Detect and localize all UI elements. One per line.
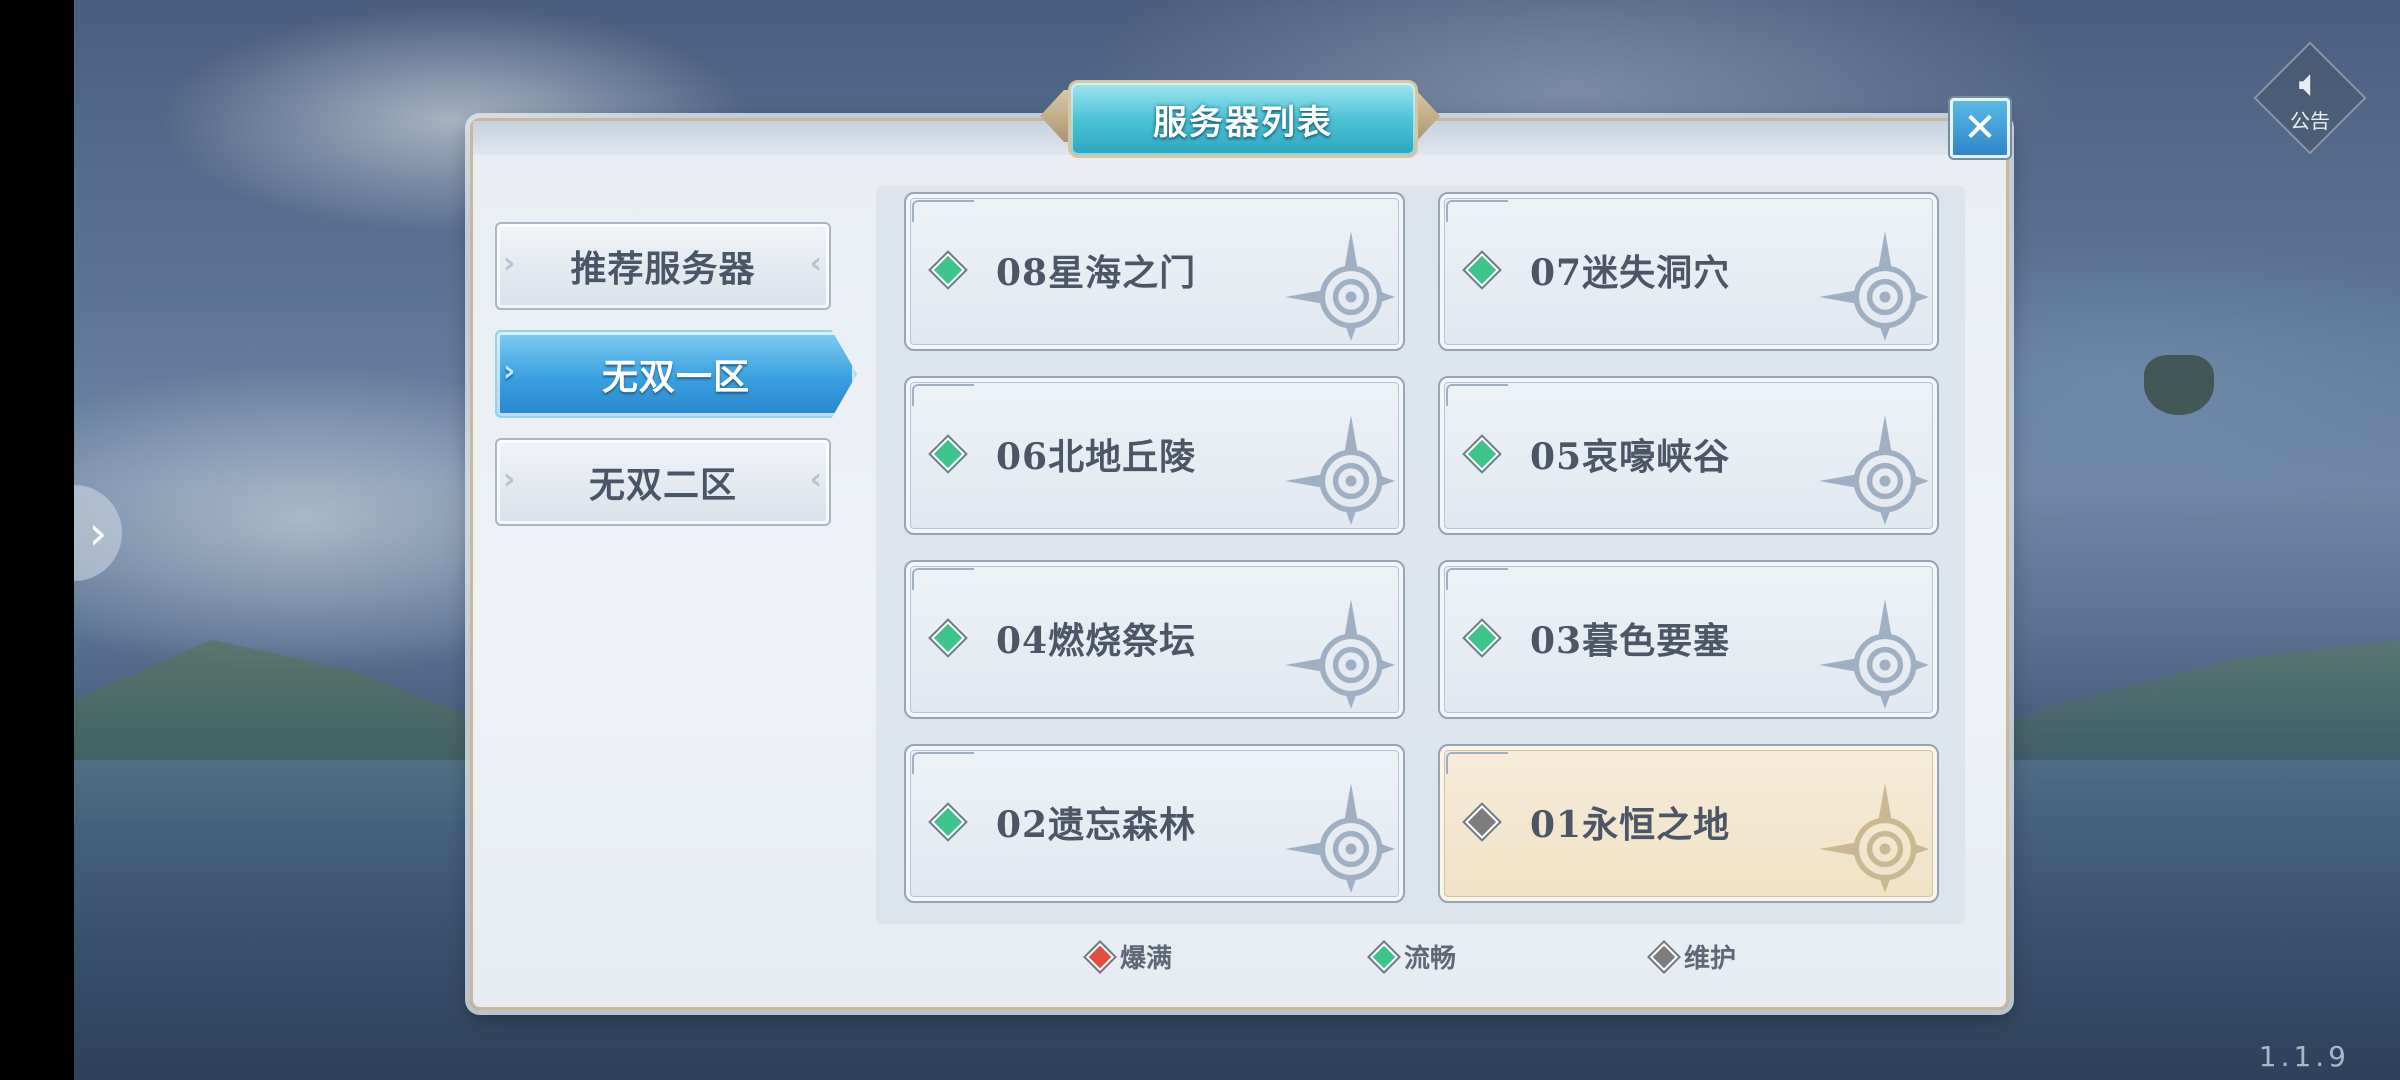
- card-corner-ornament: [912, 200, 974, 222]
- card-corner-ornament: [912, 752, 974, 774]
- status-gem-icon: [1085, 942, 1115, 971]
- server-status-icon: [1465, 253, 1499, 287]
- server-card[interactable]: 01永恒之地: [1438, 744, 1939, 903]
- close-button[interactable]: ✕: [1950, 98, 2010, 158]
- server-status-icon: [931, 805, 965, 839]
- tab-label: 无双一区: [601, 356, 750, 398]
- legend-label: 流畅: [1404, 944, 1457, 974]
- notice-button[interactable]: 🔈︎ 公告: [2253, 41, 2367, 155]
- server-name: 08星海之门: [996, 252, 1197, 294]
- chevron-right-icon: ›: [503, 246, 517, 281]
- server-status-icon: [1465, 621, 1499, 655]
- server-name: 04燃烧祭坛: [996, 620, 1197, 662]
- compass-emblem-icon: [1819, 783, 1929, 893]
- compass-emblem-icon: [1819, 599, 1929, 709]
- card-corner-ornament: [1446, 384, 1508, 406]
- compass-emblem-icon: [1285, 599, 1395, 709]
- server-name: 05哀嚎峡谷: [1530, 436, 1731, 478]
- dialog-title-banner: 服务器列表: [1068, 80, 1418, 158]
- close-icon: ✕: [1963, 105, 1997, 151]
- server-card[interactable]: 03暮色要塞: [1438, 560, 1939, 719]
- card-corner-ornament: [1446, 568, 1508, 590]
- chevron-left-icon: ‹: [809, 246, 823, 281]
- chevron-right-icon: ›: [503, 354, 517, 389]
- legend-item-smooth: 流畅: [1369, 938, 1457, 975]
- server-status-icon: [931, 437, 965, 471]
- compass-emblem-icon: [1285, 415, 1395, 525]
- legend-item-maintenance: 维护: [1649, 938, 1737, 975]
- server-status-icon: [931, 621, 965, 655]
- card-corner-ornament: [912, 384, 974, 406]
- legend-label: 爆满: [1120, 944, 1173, 974]
- card-corner-ornament: [1446, 200, 1508, 222]
- server-name: 02遗忘森林: [996, 804, 1197, 846]
- speaker-icon: 🔈︎: [2298, 60, 2322, 105]
- compass-emblem-icon: [1819, 415, 1929, 525]
- card-corner-ornament: [912, 568, 974, 590]
- server-name: 06北地丘陵: [996, 436, 1197, 478]
- notice-label: 公告: [2290, 108, 2330, 133]
- compass-emblem-icon: [1285, 231, 1395, 341]
- server-name: 03暮色要塞: [1530, 620, 1731, 662]
- card-corner-ornament: [1446, 752, 1508, 774]
- dialog-title-plate: 服务器列表: [1040, 76, 1440, 158]
- server-name: 01永恒之地: [1530, 804, 1731, 846]
- dialog-title: 服务器列表: [1153, 102, 1333, 143]
- tab-recommended-servers[interactable]: › 推荐服务器 ‹: [495, 222, 831, 310]
- server-card[interactable]: 05哀嚎峡谷: [1438, 376, 1939, 535]
- server-status-icon: [931, 253, 965, 287]
- legend-label: 维护: [1684, 944, 1737, 974]
- status-gem-icon: [1369, 942, 1399, 971]
- chevron-right-icon: ›: [503, 462, 517, 497]
- compass-emblem-icon: [1285, 783, 1395, 893]
- server-card[interactable]: 04燃烧祭坛: [904, 560, 1405, 719]
- tab-label: 无双二区: [588, 464, 737, 506]
- tab-wushuang-zone-1[interactable]: › 无双一区: [495, 330, 857, 418]
- server-status-icon: [1465, 437, 1499, 471]
- server-card[interactable]: 06北地丘陵: [904, 376, 1405, 535]
- server-name: 07迷失洞穴: [1530, 252, 1731, 294]
- legend-item-full: 爆满: [1085, 938, 1173, 975]
- server-card[interactable]: 02遗忘森林: [904, 744, 1405, 903]
- server-status-icon: [1465, 805, 1499, 839]
- compass-emblem-icon: [1819, 231, 1929, 341]
- tab-wushuang-zone-2[interactable]: › 无双二区 ‹: [495, 438, 831, 526]
- server-card[interactable]: 08星海之门: [904, 192, 1405, 351]
- status-gem-icon: [1649, 942, 1679, 971]
- chevron-left-icon: ‹: [809, 462, 823, 497]
- floating-island: [2144, 355, 2214, 415]
- server-card[interactable]: 07迷失洞穴: [1438, 192, 1939, 351]
- version-label: 1.1.9: [2258, 1040, 2350, 1073]
- tab-label: 推荐服务器: [570, 248, 756, 290]
